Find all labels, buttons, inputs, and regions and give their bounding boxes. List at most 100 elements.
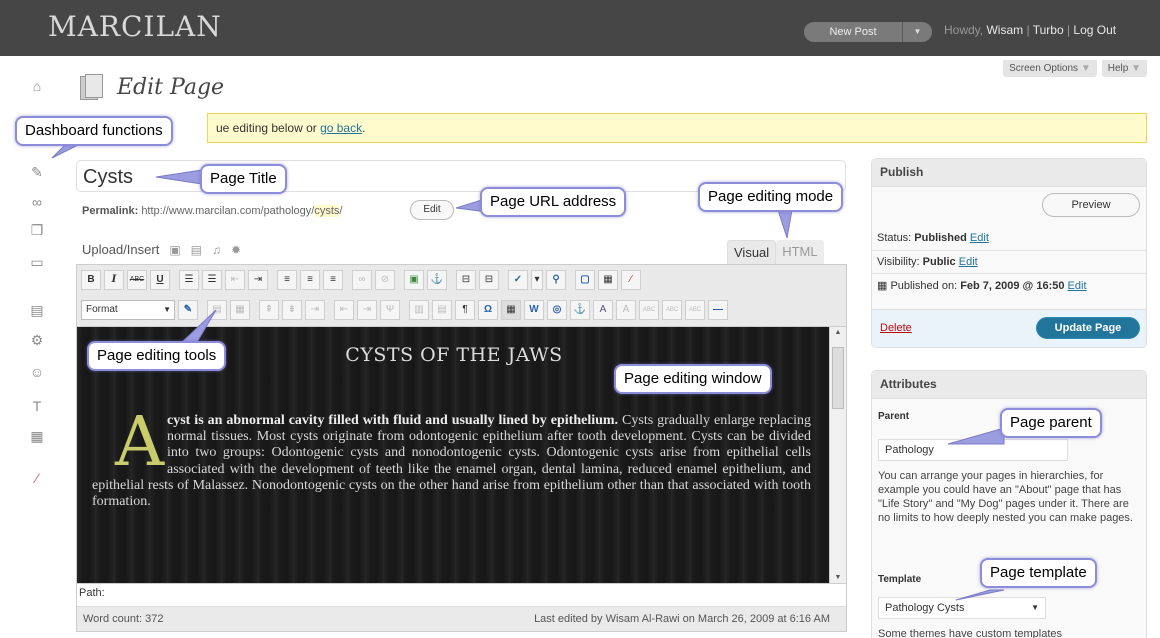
paste-text-button[interactable]: ▦ xyxy=(501,300,521,320)
merge-cells-button[interactable]: ▤ xyxy=(432,300,452,320)
parent-select-value[interactable]: Pathology xyxy=(885,444,934,456)
italic-button[interactable]: I xyxy=(104,270,124,290)
cforms-button[interactable]: ⁄ xyxy=(621,270,641,290)
add-audio-icon[interactable]: ♫ xyxy=(212,243,221,257)
help-tab[interactable]: Help ▼ xyxy=(1101,60,1147,77)
callout-page-url: Page URL address xyxy=(480,187,627,217)
preview-button[interactable]: Preview xyxy=(1042,193,1140,217)
help-label[interactable]: Help xyxy=(1108,63,1129,74)
more-tag-button[interactable]: ⊟ xyxy=(456,270,476,290)
row-after-button[interactable]: ⇟ xyxy=(282,300,302,320)
subscript-button[interactable]: ABC xyxy=(639,300,659,320)
underline-button[interactable]: U xyxy=(150,270,170,290)
remove-format-button[interactable]: ◎ xyxy=(547,300,567,320)
users-icon[interactable]: ☺ xyxy=(28,364,46,380)
unlink-button[interactable]: ⊘ xyxy=(375,270,395,290)
small-caps-button[interactable]: ABC xyxy=(685,300,705,320)
go-back-link[interactable]: go back xyxy=(320,121,362,135)
link-button[interactable]: ∞ xyxy=(352,270,372,290)
table-props-button[interactable]: ▦ xyxy=(230,300,250,320)
text-color-button[interactable]: A xyxy=(593,300,613,320)
permalink-base[interactable]: http://www.marcilan.com/pathology/ xyxy=(141,205,314,217)
add-media-icon[interactable]: ✹ xyxy=(231,243,241,257)
screen-options-tab[interactable]: Screen Options ▼ xyxy=(1003,60,1097,77)
comments-icon[interactable]: ▭ xyxy=(28,254,46,270)
settings-icon[interactable]: ▦ xyxy=(28,428,46,444)
scroll-up-icon[interactable]: ▲ xyxy=(830,329,846,336)
scroll-down-icon[interactable]: ▼ xyxy=(830,574,846,581)
update-page-button[interactable]: Update Page xyxy=(1036,317,1140,339)
site-title[interactable]: MARCILAN xyxy=(48,10,222,43)
page-break-button[interactable]: ⊟ xyxy=(479,270,499,290)
template-select[interactable]: Pathology Cysts ▼ xyxy=(878,597,1046,619)
bullet-list-button[interactable]: ☰ xyxy=(179,270,199,290)
tab-visual[interactable]: Visual xyxy=(727,240,777,264)
fullscreen-button[interactable]: ▢ xyxy=(575,270,595,290)
paste-word-button[interactable]: W xyxy=(524,300,544,320)
turbo-link[interactable]: Turbo xyxy=(1033,23,1064,37)
new-post-label[interactable]: New Post xyxy=(804,22,902,42)
horizontal-rule-button[interactable]: — xyxy=(708,300,728,320)
add-video-icon[interactable]: ▤ xyxy=(191,243,202,257)
content-lead[interactable]: cyst is an abnormal cavity filled with f… xyxy=(167,413,618,428)
table-button[interactable]: ▤ xyxy=(207,300,227,320)
delete-col-button[interactable]: Ψ xyxy=(380,300,400,320)
editor-scrollbar[interactable]: ▲ ▼ xyxy=(829,327,846,583)
spellcheck-dropdown-icon[interactable]: ▾ xyxy=(531,270,543,290)
highlight-button[interactable]: A xyxy=(616,300,636,320)
add-image-icon[interactable]: ▣ xyxy=(169,243,180,257)
align-left-button[interactable]: ≡ xyxy=(277,270,297,290)
plugins-icon[interactable]: ⚙ xyxy=(28,332,46,348)
superscript-button[interactable]: ABC xyxy=(662,300,682,320)
parent-select[interactable]: Pathology xyxy=(878,439,1068,461)
align-center-button[interactable]: ≡ xyxy=(300,270,320,290)
col-before-button[interactable]: ⇤ xyxy=(334,300,354,320)
anchor-icon[interactable]: ⚓ xyxy=(570,300,590,320)
format-select-value[interactable]: Format xyxy=(86,304,118,315)
strikethrough-button[interactable]: ABC xyxy=(127,270,147,290)
published-on-edit-link[interactable]: Edit xyxy=(1068,280,1087,292)
scroll-thumb[interactable] xyxy=(832,347,844,409)
pages-icon[interactable]: ❐ xyxy=(28,222,46,238)
indent-button[interactable]: ⇥ xyxy=(248,270,268,290)
spellcheck-button[interactable]: ✓ xyxy=(508,270,528,290)
callout-dashboard-functions: Dashboard functions xyxy=(15,116,173,146)
new-post-dropdown-icon[interactable]: ▼ xyxy=(902,22,932,42)
status-edit-link[interactable]: Edit xyxy=(970,232,989,244)
format-select[interactable]: Format ▼ xyxy=(81,300,175,320)
user-profile-link[interactable]: Wisam xyxy=(986,23,1023,37)
col-after-button[interactable]: ⇥ xyxy=(357,300,377,320)
anchor-button[interactable]: ⚓ xyxy=(427,270,447,290)
outdent-button[interactable]: ⇤ xyxy=(225,270,245,290)
row-before-button[interactable]: ⇞ xyxy=(259,300,279,320)
kitchen-sink-button[interactable]: ▦ xyxy=(598,270,618,290)
publish-heading[interactable]: Publish xyxy=(872,159,1146,187)
tools-icon[interactable]: T xyxy=(28,398,46,414)
numbered-list-button[interactable]: ☰ xyxy=(202,270,222,290)
edit-style-icon[interactable]: ✎ xyxy=(178,300,198,320)
insert-image-icon[interactable]: ▣ xyxy=(404,270,424,290)
attributes-heading[interactable]: Attributes xyxy=(872,371,1146,399)
new-post-button[interactable]: New Post ▼ xyxy=(804,22,932,42)
extra-icon[interactable]: ⁄ xyxy=(28,470,46,486)
screen-options-label[interactable]: Screen Options xyxy=(1009,63,1078,74)
delete-row-button[interactable]: ⇥ xyxy=(305,300,325,320)
content-paragraph[interactable]: cyst is an abnormal cavity filled with f… xyxy=(92,413,811,510)
find-button[interactable]: ⚲ xyxy=(546,270,566,290)
house-icon[interactable]: ⌂ xyxy=(28,78,46,94)
visibility-edit-link[interactable]: Edit xyxy=(959,256,978,268)
bold-button[interactable]: B xyxy=(81,270,101,290)
delete-link[interactable]: Delete xyxy=(880,322,912,334)
special-char-button[interactable]: Ω xyxy=(478,300,498,320)
permalink-slug[interactable]: cysts xyxy=(314,205,340,217)
template-select-value[interactable]: Pathology Cysts xyxy=(885,602,964,614)
permalink-edit-button[interactable]: Edit xyxy=(410,200,454,220)
posts-icon[interactable]: ✎ xyxy=(28,164,46,180)
tab-html[interactable]: HTML xyxy=(776,240,824,264)
align-right-button[interactable]: ≡ xyxy=(323,270,343,290)
appearance-icon[interactable]: ▤ xyxy=(28,302,46,318)
links-icon[interactable]: ∞ xyxy=(28,194,46,210)
split-cells-button[interactable]: ▥ xyxy=(409,300,429,320)
show-blocks-button[interactable]: ¶ xyxy=(455,300,475,320)
logout-link[interactable]: Log Out xyxy=(1073,23,1116,37)
